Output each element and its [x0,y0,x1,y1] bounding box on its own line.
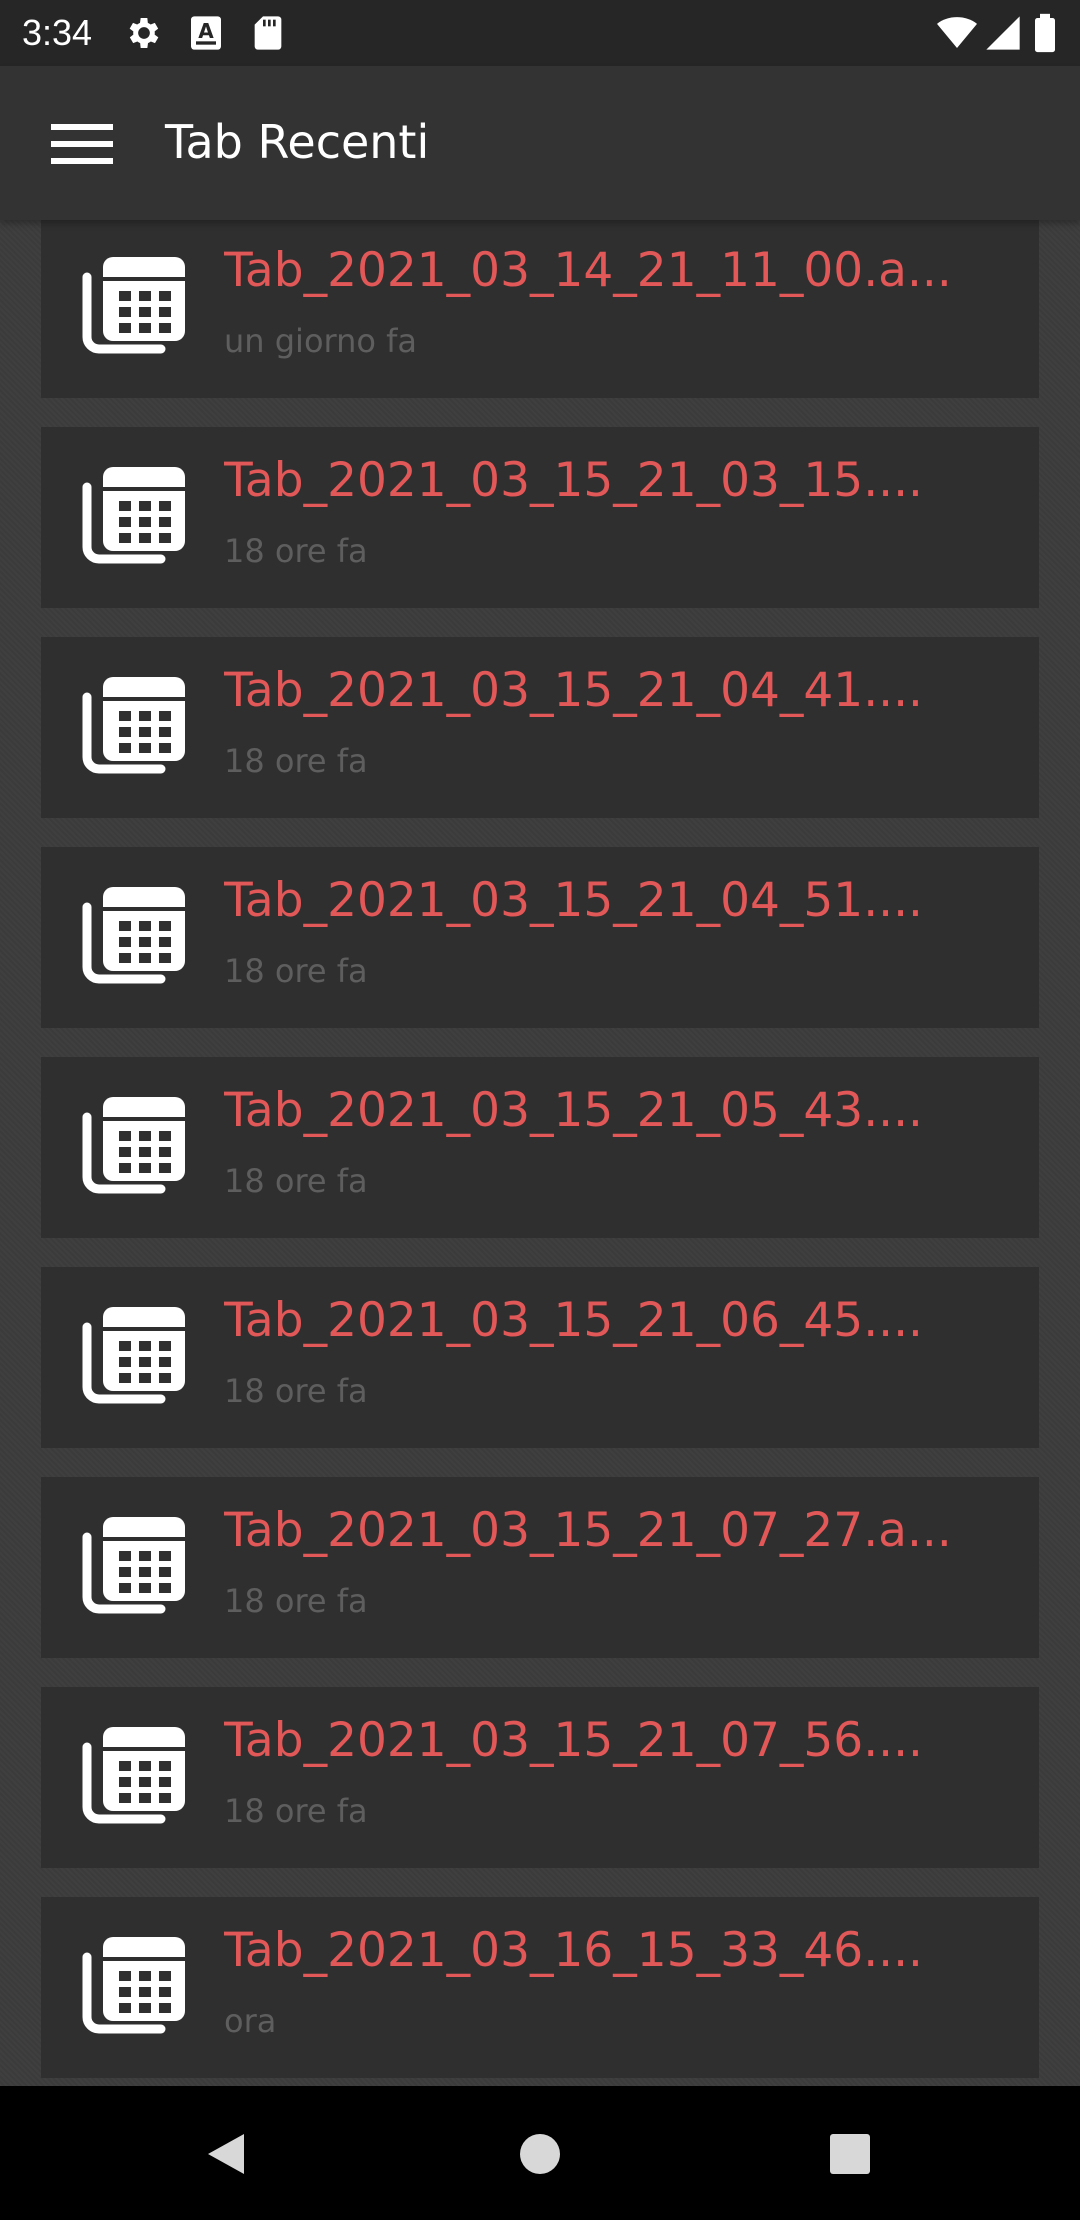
file-name: Tab_2021_03_15_21_04_51.... [224,873,923,928]
file-time: 18 ore fa [224,1162,368,1200]
file-time: 18 ore fa [224,1792,368,1830]
list-item[interactable]: Tab_2021_03_15_21_03_15.... 18 ore fa [41,427,1039,608]
list-item[interactable]: Tab_2021_03_15_21_07_27.a... 18 ore fa [41,1477,1039,1658]
table-copy-icon [79,1927,191,2039]
list-item[interactable]: Tab_2021_03_15_21_04_51.... 18 ore fa [41,847,1039,1028]
file-time: 18 ore fa [224,742,368,780]
file-time: 18 ore fa [224,1582,368,1620]
table-copy-icon [79,1717,191,1829]
file-name: Tab_2021_03_15_21_03_15.... [224,453,923,508]
table-copy-icon [79,1087,191,1199]
wifi-icon [937,17,977,48]
file-name: Tab_2021_03_15_21_06_45.... [224,1293,923,1348]
file-name: Tab_2021_03_16_15_33_46.... [224,1923,923,1978]
a-badge-icon: A [191,16,221,50]
table-copy-icon [79,877,191,989]
status-bar: 3:34 A [0,0,1080,66]
svg-text:A: A [198,19,214,43]
file-name: Tab_2021_03_15_21_04_41.... [224,663,923,718]
page-title: Tab Recenti [165,115,430,169]
recents-icon[interactable] [822,2126,878,2182]
recent-files-list[interactable]: Tab_2021_03_14_21_11_00.a...un giorno fa… [0,220,1080,2086]
file-name: Tab_2021_03_15_21_07_27.a... [224,1503,952,1558]
signal-icon [986,16,1020,50]
list-item[interactable]: Tab_2021_03_15_21_07_56.... 18 ore fa [41,1687,1039,1868]
list-item[interactable]: Tab_2021_03_16_15_33_46....ora [41,1897,1039,2078]
list-item[interactable]: Tab_2021_03_14_21_11_00.a...un giorno fa [41,220,1039,398]
file-time: 18 ore fa [224,952,368,990]
file-time: 18 ore fa [224,532,368,570]
home-icon[interactable] [512,2126,568,2182]
table-copy-icon [79,667,191,779]
list-item[interactable]: Tab_2021_03_15_21_06_45.... 18 ore fa [41,1267,1039,1448]
file-time: 18 ore fa [224,1372,368,1410]
back-icon[interactable] [198,2126,254,2182]
list-item[interactable]: Tab_2021_03_15_21_04_41.... 18 ore fa [41,637,1039,818]
status-time: 3:34 [22,12,93,53]
app-bar: Tab Recenti [0,66,1080,220]
table-copy-icon [79,1507,191,1619]
sd-card-icon [254,16,282,50]
table-copy-icon [79,247,191,359]
settings-icon [129,18,159,48]
file-name: Tab_2021_03_15_21_05_43.... [224,1083,923,1138]
navigation-bar [0,2086,1080,2220]
table-copy-icon [79,1297,191,1409]
table-copy-icon [79,457,191,569]
file-name: Tab_2021_03_15_21_07_56.... [224,1713,923,1768]
file-time: ora [224,2002,277,2040]
battery-icon [1035,13,1055,53]
file-name: Tab_2021_03_14_21_11_00.a... [224,243,952,298]
menu-icon[interactable] [34,108,130,180]
file-time: un giorno fa [224,322,418,360]
list-item[interactable]: Tab_2021_03_15_21_05_43.... 18 ore fa [41,1057,1039,1238]
